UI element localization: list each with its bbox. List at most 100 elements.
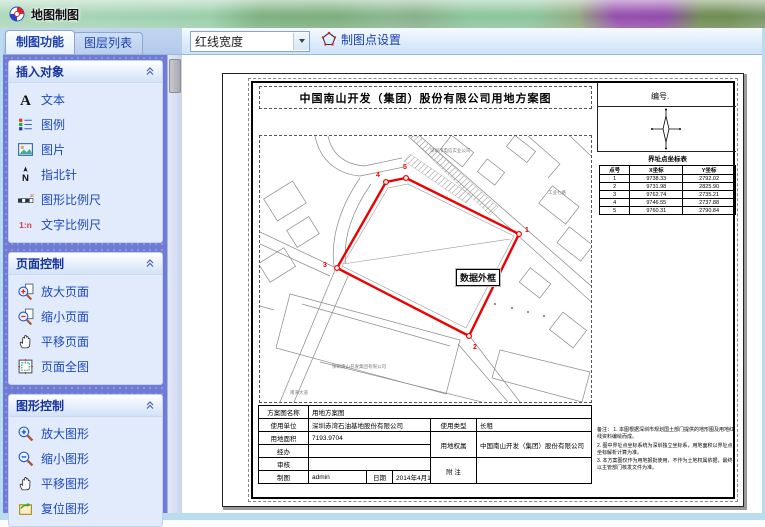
remark-value bbox=[477, 458, 592, 484]
date-label: 日期 bbox=[367, 471, 393, 484]
svg-text:N: N bbox=[22, 173, 29, 183]
app-window: 地图制图 制图功能图层列表 红线宽度 选择元素取消选择制图点设置打印设置#文档属… bbox=[0, 0, 765, 520]
toolbar-button-polygon[interactable]: 制图点设置 bbox=[316, 28, 406, 50]
sidebar-item-reset-view[interactable]: 复位图形 bbox=[9, 496, 162, 521]
toolbar-button-label: 打印设置 bbox=[341, 53, 389, 55]
coord-table-header: Y坐标 bbox=[683, 166, 736, 175]
vertex-label: 1 bbox=[525, 227, 529, 234]
sidebar-item-pan-hand[interactable]: 平移页面 bbox=[9, 329, 162, 354]
use-type-label: 使用类型 bbox=[431, 419, 477, 432]
sidebar-item-label: 图例 bbox=[41, 116, 65, 133]
sidebar-item-scalebar[interactable]: 10图形比例尺 bbox=[9, 187, 162, 212]
review-label: 审核 bbox=[259, 458, 309, 471]
sidebar-item-pan-hand[interactable]: 平移图形 bbox=[9, 471, 162, 496]
coord-table-row: 39762.742735.21 bbox=[600, 191, 736, 199]
sidebar-item-zoom-in[interactable]: 放大图形 bbox=[9, 421, 162, 446]
boundary-vertex[interactable] bbox=[404, 176, 409, 181]
sidebar-tabs: 制图功能图层列表 bbox=[3, 28, 182, 54]
zoom-out-page-icon bbox=[17, 308, 34, 325]
zoom-out-icon bbox=[17, 450, 34, 467]
scrollbar-thumb[interactable] bbox=[169, 59, 181, 93]
scalebar-icon: 10 bbox=[17, 191, 34, 208]
map-text-label: 深圳南山开发集团有限公司 bbox=[332, 363, 386, 370]
coord-table-cell: 2792.02 bbox=[683, 175, 736, 183]
sidebar-section: 图形控制放大图形缩小图形平移图形复位图形 bbox=[8, 394, 163, 527]
sidebar-item-label: 平移图形 bbox=[41, 475, 89, 492]
coord-table-cell: 2735.21 bbox=[683, 191, 736, 199]
coordinate-table-title: 界址点坐标表 bbox=[599, 153, 736, 163]
chevron-up-icon[interactable] bbox=[145, 255, 155, 273]
coord-table-cell: 3 bbox=[600, 191, 630, 199]
reset-view-icon bbox=[17, 500, 34, 517]
sidebar-item-zoom-out-page[interactable]: 缩小页面 bbox=[9, 304, 162, 329]
tab-layer-list[interactable]: 图层列表 bbox=[73, 32, 143, 54]
sidebar-item-north-arrow[interactable]: N指北针 bbox=[9, 162, 162, 187]
sidebar-item-label: 缩小图形 bbox=[41, 450, 89, 467]
basemap-lines bbox=[260, 136, 591, 402]
section-header[interactable]: 页面控制 bbox=[9, 253, 162, 275]
main-area: 插入对象A文本图例图片N指北针10图形比例尺1:n文字比例尺页面控制放大页面缩小… bbox=[3, 55, 762, 513]
redline-width-combobox[interactable]: 红线宽度 bbox=[190, 31, 310, 52]
toolbar-button-gear[interactable]: 打印设置 bbox=[316, 50, 406, 54]
coord-table-cell: 1 bbox=[600, 175, 630, 183]
plan-name-value: 用地方案图 bbox=[309, 406, 592, 419]
polygon-icon bbox=[321, 31, 337, 47]
sidebar-item-picture[interactable]: 图片 bbox=[9, 137, 162, 162]
picture-icon bbox=[17, 141, 34, 158]
sidebar-item-legend[interactable]: 图例 bbox=[9, 112, 162, 137]
coord-table-cell: 9731.98 bbox=[630, 183, 683, 191]
sidebar-scrollbar[interactable] bbox=[167, 55, 181, 513]
boundary-vertex[interactable] bbox=[335, 266, 340, 271]
map-canvas[interactable]: 中国南山开发（集团）股份有限公司用地方案图 编号. 界址点坐标表 bbox=[181, 55, 762, 513]
boundary-vertex[interactable] bbox=[517, 232, 522, 237]
map-drawing[interactable]: 12345深圳市电信实业公司深圳南山开发集团有限公司工业七路南海大道 数据外框 bbox=[259, 135, 592, 403]
coord-table-row: 49746.552737.88 bbox=[600, 199, 736, 207]
chevron-up-icon[interactable] bbox=[145, 397, 155, 415]
tab-toolbar-band: 制图功能图层列表 红线宽度 选择元素取消选择制图点设置打印设置#文档属性保存 bbox=[3, 28, 762, 55]
date-value: 2014年4月15日 bbox=[393, 471, 431, 484]
document-title: 中国南山开发（集团）股份有限公司用地方案图 bbox=[259, 86, 592, 109]
sidebar-item-label: 复位图形 bbox=[41, 500, 89, 517]
sidebar-item-label: 页面全图 bbox=[41, 358, 89, 375]
sidebar-section: 插入对象 A文本图例图片N指北针10图形比例尺1:n文字比例尺 bbox=[8, 60, 163, 243]
vertex-label: 5 bbox=[403, 164, 407, 171]
coord-table-row: 19738.332792.02 bbox=[600, 175, 736, 183]
toolbar-button-label: 制图点设置 bbox=[341, 31, 401, 48]
plan-name-label: 方案图名称 bbox=[259, 406, 309, 419]
draw-label: 制图 bbox=[259, 471, 309, 484]
document-page: 中国南山开发（集团）股份有限公司用地方案图 编号. 界址点坐标表 bbox=[222, 73, 744, 507]
section-header[interactable]: 图形控制 bbox=[9, 395, 162, 417]
ownership-value: 中国南山开发（集团）股份有限公司 bbox=[477, 432, 592, 458]
sidebar-item-zoom-out[interactable]: 缩小图形 bbox=[9, 446, 162, 471]
handler-label: 经办 bbox=[259, 445, 309, 458]
notes-block: 备注： 1. 本图根据深圳市规划国土部门提供的地形图及用地红线资料编绘而成。2.… bbox=[597, 427, 737, 474]
svg-text:1:n: 1:n bbox=[19, 220, 32, 230]
tab-map-functions[interactable]: 制图功能 bbox=[5, 30, 75, 54]
toolbar: 红线宽度 选择元素取消选择制图点设置打印设置#文档属性保存 bbox=[182, 28, 762, 54]
vertex-label: 3 bbox=[323, 262, 327, 269]
redline-overlay: 12345深圳市电信实业公司深圳南山开发集团有限公司工业七路南海大道 bbox=[290, 147, 566, 396]
coordinate-table-wrap: 界址点坐标表 点号X坐标Y坐标 19738.332792.0229731.982… bbox=[599, 153, 736, 215]
window-title: 地图制图 bbox=[31, 6, 79, 23]
area-label: 用地面积 bbox=[259, 432, 309, 445]
coord-table-cell: 9746.55 bbox=[630, 199, 683, 207]
drawer-value: admin bbox=[309, 471, 367, 484]
section-header[interactable]: 插入对象 bbox=[9, 61, 162, 83]
note-line: 3. 本方案图仅作为用地报批使用，不作为土地权属依据，最终以主管部门核发文件为准… bbox=[597, 458, 737, 473]
coord-table-cell: 5 bbox=[600, 207, 630, 215]
map-text-label: 工业七路 bbox=[548, 189, 566, 196]
coord-table-cell: 2790.84 bbox=[683, 207, 736, 215]
sidebar-item-text[interactable]: A文本 bbox=[9, 87, 162, 112]
section-title: 插入对象 bbox=[16, 63, 64, 80]
map-text-label: 南海大道 bbox=[290, 389, 308, 396]
combobox-dropdown-button[interactable] bbox=[293, 33, 309, 50]
chevron-up-icon[interactable] bbox=[145, 63, 155, 81]
sidebar-item-full-page[interactable]: 页面全图 bbox=[9, 354, 162, 379]
boundary-vertex[interactable] bbox=[384, 180, 389, 185]
boundary-vertex[interactable] bbox=[467, 334, 472, 339]
sidebar-item-text-scale[interactable]: 1:n文字比例尺 bbox=[9, 212, 162, 237]
vertex-label: 2 bbox=[473, 344, 477, 351]
use-type-value: 长租 bbox=[477, 419, 592, 432]
sidebar-item-zoom-in-page[interactable]: 放大页面 bbox=[9, 279, 162, 304]
text-scale-icon: 1:n bbox=[17, 216, 34, 233]
